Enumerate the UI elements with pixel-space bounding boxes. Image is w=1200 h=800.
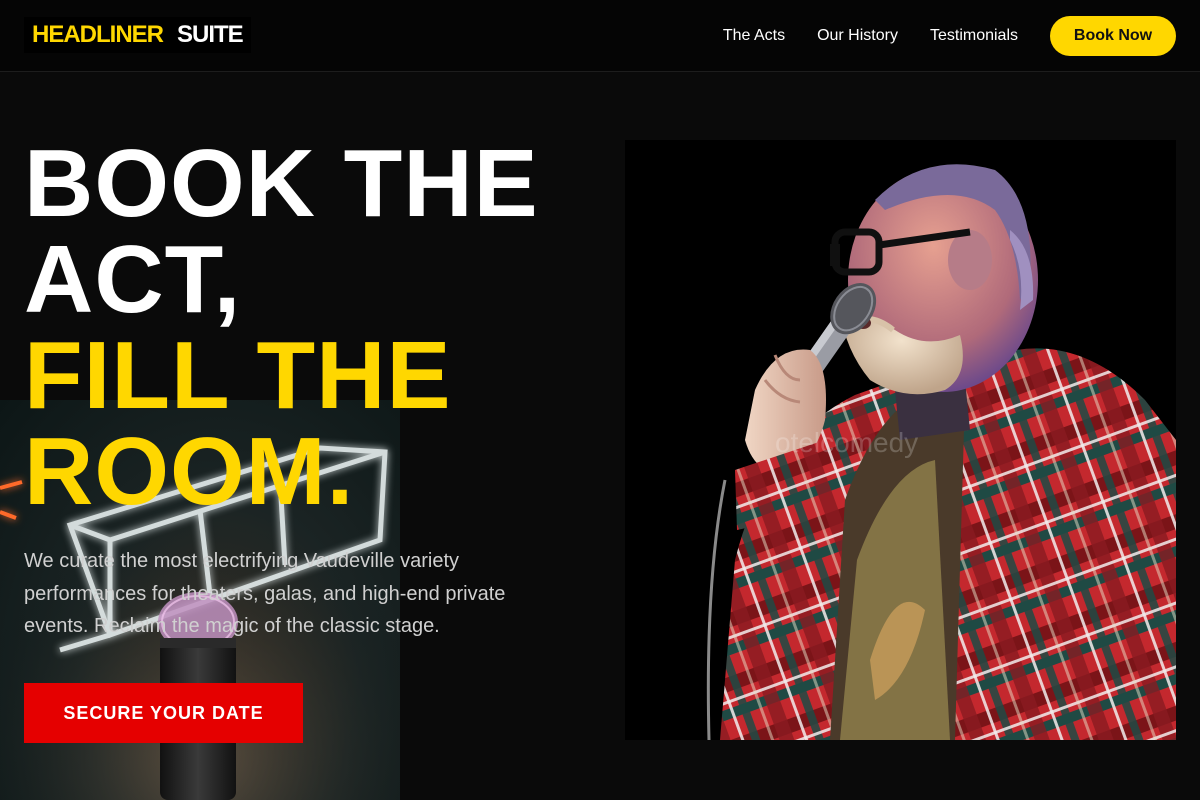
nav-link-our-history[interactable]: Our History (817, 27, 898, 45)
logo-text-headliner: HEADLINER (32, 21, 164, 48)
headline-line-3: FILL THE (24, 322, 452, 429)
performer-photo: otelcomedy (625, 140, 1176, 740)
main-nav: The Acts Our History Testimonials Book N… (723, 0, 1200, 72)
headline-line-4: ROOM. (24, 418, 355, 525)
hero-description: We curate the most electrifying Vaudevil… (24, 550, 506, 637)
nav-link-testimonials[interactable]: Testimonials (930, 27, 1018, 45)
image-watermark: otelcomedy (775, 427, 919, 458)
headline-line-2: ACT, (24, 226, 242, 333)
book-now-button[interactable]: Book Now (1050, 16, 1176, 56)
logo-text-suite: SUITE (177, 21, 244, 48)
secure-your-date-button[interactable]: SECURE YOUR DATE (24, 683, 303, 743)
top-navigation-bar: HEADLINER SUITE The Acts Our History Tes… (0, 0, 1200, 72)
nav-link-the-acts[interactable]: The Acts (723, 27, 785, 45)
hero-headline: BOOK THE ACT, FILL THE ROOM. (24, 136, 584, 520)
brand-logo[interactable]: HEADLINER SUITE (24, 17, 251, 53)
headline-line-1: BOOK THE (24, 130, 539, 237)
